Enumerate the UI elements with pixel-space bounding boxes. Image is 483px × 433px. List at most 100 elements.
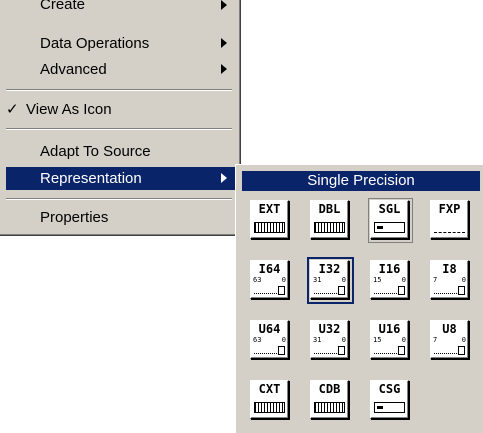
- menu-separator: [6, 198, 232, 200]
- representation-sgl-button[interactable]: SGL: [368, 198, 413, 243]
- menu-item-label: Representation: [40, 170, 142, 187]
- representation-tile-icon: DBL: [310, 200, 349, 239]
- representation-u64-button[interactable]: U64 63 0: [248, 318, 293, 363]
- numeric-glyph: [374, 222, 405, 233]
- representation-code-label: U64: [258, 322, 281, 336]
- bit-range-label: 63 0: [253, 276, 286, 284]
- menu-item-adapt-to-source[interactable]: Adapt To Source: [0, 140, 238, 163]
- representation-code-label: I16: [378, 262, 401, 276]
- bit-high-label: 31: [313, 276, 322, 284]
- menu-item-label: Advanced: [40, 61, 107, 78]
- representation-i32-button[interactable]: I32 31 0: [307, 257, 354, 304]
- representation-tile-icon: U8 7 0: [430, 320, 469, 359]
- bit-range-label: 70: [433, 276, 466, 284]
- menu-item-label: Create: [40, 0, 86, 13]
- representation-code-label: CDB: [318, 382, 341, 396]
- representation-tile-icon: CDB: [310, 380, 349, 419]
- menu-item-label: View As Icon: [26, 101, 112, 118]
- submenu-arrow-icon: [221, 0, 227, 10]
- bit-range-label: 15 0: [373, 276, 406, 284]
- numeric-glyph: [254, 222, 285, 233]
- representation-code-label: I64: [258, 262, 281, 276]
- menu-separator: [6, 128, 232, 130]
- context-menu: Create Data Operations Advanced ✓ View A…: [0, 0, 241, 236]
- bit-high-label: 7: [433, 336, 438, 344]
- integer-glyph: [314, 286, 345, 295]
- representation-cdb-button[interactable]: CDB: [308, 378, 353, 423]
- representation-code-label: I8: [442, 262, 457, 276]
- bit-low-label: 0: [281, 336, 286, 344]
- bit-low-label: 0: [461, 276, 466, 284]
- representation-i8-button[interactable]: I8 7 0: [428, 258, 473, 303]
- representation-palette: Single Precision EXT DBL SGL FXP I64 63 0 I32 31…: [235, 164, 483, 433]
- representation-tile-icon: SGL: [370, 200, 409, 239]
- representation-tile-icon: EXT: [250, 200, 289, 239]
- representation-u8-button[interactable]: U8 7 0: [428, 318, 473, 363]
- representation-code-label: I32: [318, 262, 341, 276]
- integer-glyph: [374, 286, 405, 295]
- palette-title: Single Precision: [242, 171, 480, 191]
- menu-item-view-as-icon[interactable]: ✓ View As Icon: [0, 98, 238, 121]
- bit-low-label: 0: [401, 336, 406, 344]
- representation-tile-icon: FXP: [430, 200, 469, 239]
- bit-low-label: 0: [281, 276, 286, 284]
- submenu-arrow-icon: [221, 173, 227, 183]
- integer-glyph: [314, 346, 345, 355]
- menu-item-label: Data Operations: [40, 35, 150, 52]
- representation-tile-icon: I64 63 0: [250, 260, 289, 299]
- numeric-glyph: [374, 402, 405, 413]
- representation-tile-icon: CXT: [250, 380, 289, 419]
- representation-csg-button[interactable]: CSG: [368, 378, 413, 423]
- submenu-arrow-icon: [221, 38, 227, 48]
- bit-low-label: 0: [341, 276, 346, 284]
- representation-code-label: CSG: [378, 382, 401, 396]
- bit-low-label: 0: [341, 336, 346, 344]
- representation-code-label: DBL: [318, 202, 341, 216]
- menu-item-label: Adapt To Source: [40, 143, 151, 160]
- representation-dbl-button[interactable]: DBL: [308, 198, 353, 243]
- representation-tile-icon: U32 31 0: [310, 320, 349, 359]
- integer-glyph: [254, 346, 285, 355]
- integer-glyph: [434, 346, 465, 355]
- menu-item-advanced[interactable]: Advanced: [0, 58, 238, 81]
- menu-item-label: Properties: [40, 209, 109, 226]
- menu-item-representation[interactable]: Representation: [6, 167, 238, 190]
- representation-u16-button[interactable]: U16 15 0: [368, 318, 413, 363]
- bit-range-label: 31 0: [313, 336, 346, 344]
- bit-high-label: 63: [253, 336, 262, 344]
- menu-item-data-operations[interactable]: Data Operations: [0, 32, 238, 55]
- representation-tile-icon: U16 15 0: [370, 320, 409, 359]
- representation-code-label: U8: [442, 322, 457, 336]
- integer-glyph: [254, 286, 285, 295]
- representation-tile-icon: U64 63 0: [250, 320, 289, 359]
- bit-range-label: 63 0: [253, 336, 286, 344]
- representation-code-label: FXP: [438, 202, 461, 216]
- representation-code-label: EXT: [258, 202, 281, 216]
- representation-tile-icon: I32 31 0: [310, 260, 349, 299]
- representation-i64-button[interactable]: I64 63 0: [248, 258, 293, 303]
- integer-glyph: [374, 346, 405, 355]
- menu-item-properties[interactable]: Properties: [0, 206, 238, 229]
- representation-tile-icon: CSG: [370, 380, 409, 419]
- representation-u32-button[interactable]: U32 31 0: [308, 318, 353, 363]
- numeric-glyph: [434, 227, 465, 233]
- representation-tile-icon: I8 7 0: [430, 260, 469, 299]
- bit-range-label: 31 0: [313, 276, 346, 284]
- numeric-glyph: [314, 402, 345, 413]
- representation-code-label: CXT: [258, 382, 281, 396]
- integer-glyph: [434, 286, 465, 295]
- representation-ext-button[interactable]: EXT: [248, 198, 293, 243]
- representation-cxt-button[interactable]: CXT: [248, 378, 293, 423]
- representation-code-label: U16: [378, 322, 401, 336]
- menu-item-create[interactable]: Create: [0, 0, 238, 27]
- numeric-glyph: [254, 402, 285, 413]
- representation-code-label: U32: [318, 322, 341, 336]
- representation-fxp-button[interactable]: FXP: [428, 198, 473, 243]
- bit-low-label: 0: [401, 276, 406, 284]
- checkmark-icon: ✓: [6, 101, 19, 118]
- bit-high-label: 31: [313, 336, 322, 344]
- representation-tile-icon: I16 15 0: [370, 260, 409, 299]
- bit-range-label: 70: [433, 336, 466, 344]
- representation-i16-button[interactable]: I16 15 0: [368, 258, 413, 303]
- bit-range-label: 15 0: [373, 336, 406, 344]
